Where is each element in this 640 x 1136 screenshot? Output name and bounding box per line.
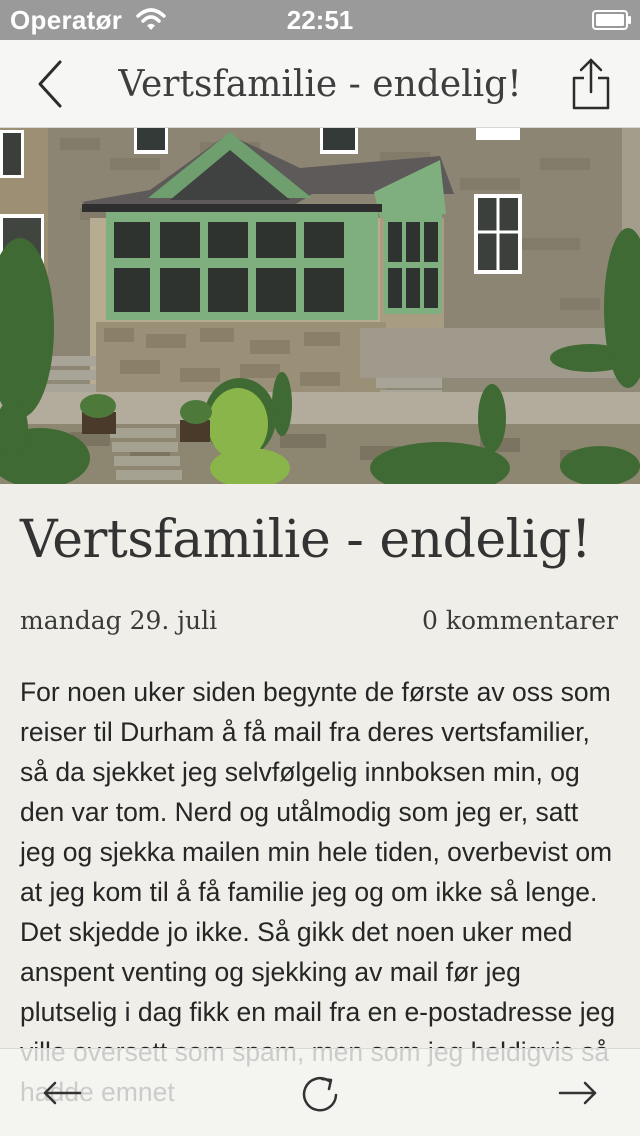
battery-icon (592, 10, 631, 30)
article-date: mandag 29. juli (20, 606, 218, 635)
house-photo (0, 128, 640, 484)
status-bar: Operatør 22:51 (0, 0, 640, 40)
article-body: For noen uker siden begynte de første av… (20, 677, 616, 1107)
nav-title: Vertsfamilie - endelig! (118, 64, 522, 105)
arrow-left-icon[interactable] (40, 1071, 84, 1115)
article-title: Vertsfamilie - endelig! (20, 510, 592, 570)
comments-link[interactable]: 0 kommentarer (422, 606, 618, 635)
article: Vertsfamilie - endelig! mandag 29. juli … (0, 484, 640, 1136)
share-icon[interactable] (570, 56, 612, 112)
chevron-left-icon[interactable] (30, 58, 70, 110)
reload-icon[interactable] (298, 1071, 342, 1115)
navigation-bar: Vertsfamilie - endelig! (0, 40, 640, 128)
hero-image (0, 128, 640, 484)
arrow-right-icon[interactable] (556, 1071, 600, 1115)
clock-label: 22:51 (286, 5, 354, 35)
bottom-toolbar (0, 1048, 640, 1136)
